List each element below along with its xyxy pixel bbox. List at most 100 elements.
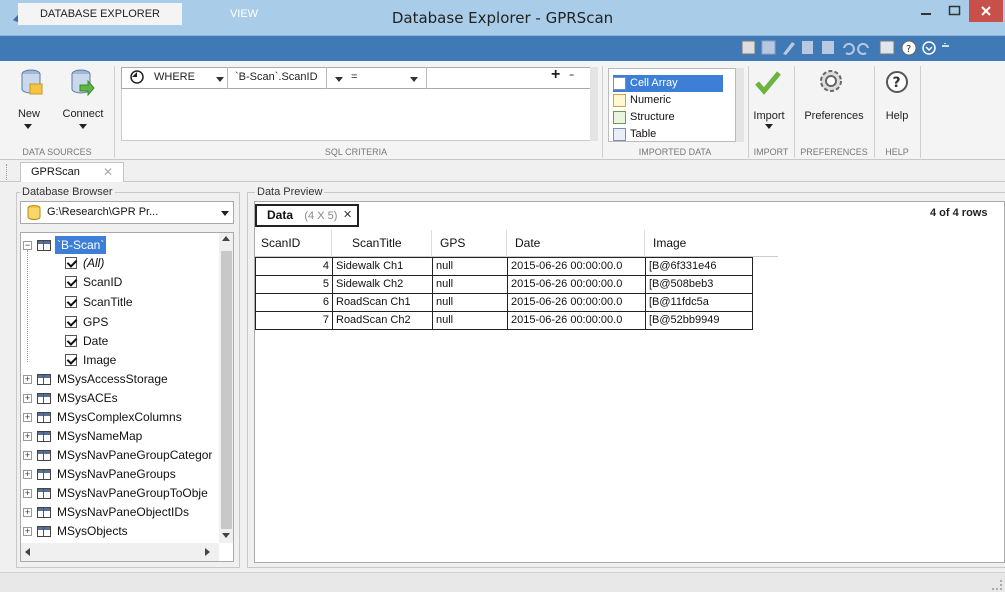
maximize-button[interactable]: [941, 0, 967, 22]
tree-node-table[interactable]: + MSysAccessStorage: [23, 370, 223, 388]
checkbox-checked-icon[interactable]: [65, 354, 77, 366]
cell-date[interactable]: 2015-06-26 00:00:00.0: [508, 312, 646, 330]
undo-icon[interactable]: [843, 42, 855, 55]
tree-node-table[interactable]: + MSysNavPaneGroupToObje: [23, 484, 223, 502]
cell-scanid[interactable]: 7: [256, 312, 333, 330]
tree-node-table[interactable]: + MSysNavPaneGroups: [23, 465, 223, 483]
expand-ribbon-icon[interactable]: [922, 41, 936, 55]
cell-image[interactable]: [B@6f331e46: [646, 258, 753, 276]
tab-database-explorer[interactable]: DATABASE EXPLORER: [18, 3, 182, 25]
cell-date[interactable]: 2015-06-26 00:00:00.0: [508, 258, 646, 276]
database-tree[interactable]: − `B-Scan` (All) ScanID ScanTitle GPS Da…: [20, 232, 234, 562]
add-criteria-button[interactable]: +: [551, 66, 560, 84]
import-dropdown-arrow-icon[interactable]: [765, 124, 773, 129]
layout-icon[interactable]: [741, 40, 756, 55]
data-type-cell-array[interactable]: Cell Array: [613, 75, 723, 92]
cell-scantitle[interactable]: RoadScan Ch2: [333, 312, 433, 330]
table-row[interactable]: 7 RoadScan Ch2 null 2015-06-26 00:00:00.…: [256, 312, 753, 330]
tree-node-table[interactable]: + MSysACEs: [23, 389, 223, 407]
copy-icon[interactable]: [802, 41, 813, 54]
tree-node-table[interactable]: + MSysObjects: [23, 522, 223, 540]
cell-gps[interactable]: null: [433, 276, 508, 294]
cell-scanid[interactable]: 4: [256, 258, 333, 276]
tab-view[interactable]: VIEW: [200, 3, 288, 25]
cell-scantitle[interactable]: Sidewalk Ch2: [333, 276, 433, 294]
close-tab-icon[interactable]: ✕: [103, 163, 113, 182]
paste-icon[interactable]: [822, 41, 834, 54]
cell-gps[interactable]: null: [433, 312, 508, 330]
cut-icon[interactable]: [783, 42, 795, 55]
remove-criteria-button[interactable]: -: [569, 66, 574, 84]
data-type-table[interactable]: Table: [613, 126, 723, 141]
expand-icon[interactable]: +: [23, 489, 32, 498]
expand-icon[interactable]: +: [23, 413, 32, 422]
expand-icon[interactable]: +: [23, 375, 32, 384]
data-type-structure[interactable]: Structure: [613, 109, 723, 126]
expand-icon[interactable]: +: [23, 432, 32, 441]
table-row[interactable]: 4 Sidewalk Ch1 null 2015-06-26 00:00:00.…: [256, 258, 753, 276]
scroll-up-arrow-icon[interactable]: [222, 236, 230, 241]
switch-windows-icon[interactable]: [879, 40, 895, 55]
document-tab-gprscan[interactable]: GPRScan ✕: [20, 162, 124, 182]
close-data-tab-icon[interactable]: ✕: [343, 206, 352, 225]
field-dropdown-arrow-icon[interactable]: [335, 77, 343, 82]
expand-icon[interactable]: +: [23, 527, 32, 536]
cell-date[interactable]: 2015-06-26 00:00:00.0: [508, 294, 646, 312]
cell-scantitle[interactable]: Sidewalk Ch1: [333, 258, 433, 276]
cell-scantitle[interactable]: RoadScan Ch1: [333, 294, 433, 312]
cell-image[interactable]: [B@11fdc5a: [646, 294, 753, 312]
table-row[interactable]: 5 Sidewalk Ch2 null 2015-06-26 00:00:00.…: [256, 276, 753, 294]
minimize-button[interactable]: [913, 0, 939, 22]
ribbon-collapse-icon[interactable]: [942, 43, 949, 47]
cell-date[interactable]: 2015-06-26 00:00:00.0: [508, 276, 646, 294]
cell-gps[interactable]: null: [433, 294, 508, 312]
expand-icon[interactable]: +: [23, 508, 32, 517]
scroll-left-arrow-icon[interactable]: [25, 548, 30, 556]
save-icon[interactable]: [761, 40, 776, 55]
tree-node-b-scan[interactable]: − `B-Scan`: [23, 236, 173, 254]
tree-node-table[interactable]: + MSysNavPaneGroupCategor: [23, 446, 223, 464]
column-header[interactable]: Date: [507, 230, 645, 257]
data-source-select[interactable]: G:\Research\GPR Pr...: [20, 201, 234, 224]
checkbox-checked-icon[interactable]: [65, 276, 77, 288]
checkbox-checked-icon[interactable]: [65, 296, 77, 308]
column-header[interactable]: Image: [645, 230, 778, 257]
imported-data-type-list[interactable]: Cell Array Numeric Structure Table: [608, 68, 736, 142]
resize-grip-icon[interactable]: [992, 580, 1002, 590]
scroll-down-arrow-icon[interactable]: [222, 533, 230, 538]
cell-scanid[interactable]: 5: [256, 276, 333, 294]
column-header[interactable]: ScanTitle: [332, 230, 432, 257]
data-preview-tab[interactable]: Data (4 X 5) ✕: [255, 204, 359, 227]
close-button[interactable]: [969, 0, 1003, 22]
criteria-scrollbar[interactable]: [590, 67, 598, 141]
tree-node-table[interactable]: + MSysComplexColumns: [23, 408, 223, 426]
criteria-value-input[interactable]: [427, 68, 537, 88]
cell-scanid[interactable]: 6: [256, 294, 333, 312]
checkbox-checked-icon[interactable]: [65, 335, 77, 347]
clause-dropdown-arrow-icon[interactable]: [216, 77, 224, 82]
cell-image[interactable]: [B@52bb9949: [646, 312, 753, 330]
operator-dropdown-arrow-icon[interactable]: [410, 77, 418, 82]
redo-icon[interactable]: [857, 42, 869, 55]
scroll-right-arrow-icon[interactable]: [205, 548, 210, 556]
expand-icon[interactable]: +: [23, 470, 32, 479]
imported-data-scrollbar[interactable]: [736, 68, 744, 142]
column-header[interactable]: ScanID: [255, 230, 332, 257]
expand-icon[interactable]: +: [23, 451, 32, 460]
tree-node-table[interactable]: + MSysNameMap: [23, 427, 223, 445]
tree-scrollbar-thumb[interactable]: [221, 251, 232, 529]
field-select[interactable]: `B-Scan`.ScanID: [229, 67, 327, 89]
tree-node-table[interactable]: + MSysNavPaneObjectIDs: [23, 503, 223, 521]
collapse-icon[interactable]: −: [23, 241, 32, 250]
cell-gps[interactable]: null: [433, 258, 508, 276]
tree-horizontal-scrollbar[interactable]: [21, 543, 219, 561]
cell-image[interactable]: [B@508beb3: [646, 276, 753, 294]
checkbox-checked-icon[interactable]: [65, 316, 77, 328]
new-dropdown-arrow-icon[interactable]: [24, 124, 32, 129]
expand-icon[interactable]: +: [23, 394, 32, 403]
column-header[interactable]: GPS: [432, 230, 507, 257]
table-row[interactable]: 6 RoadScan Ch1 null 2015-06-26 00:00:00.…: [256, 294, 753, 312]
source-dropdown-arrow-icon[interactable]: [221, 211, 229, 216]
checkbox-checked-icon[interactable]: [65, 257, 77, 269]
data-type-numeric[interactable]: Numeric: [613, 92, 723, 109]
